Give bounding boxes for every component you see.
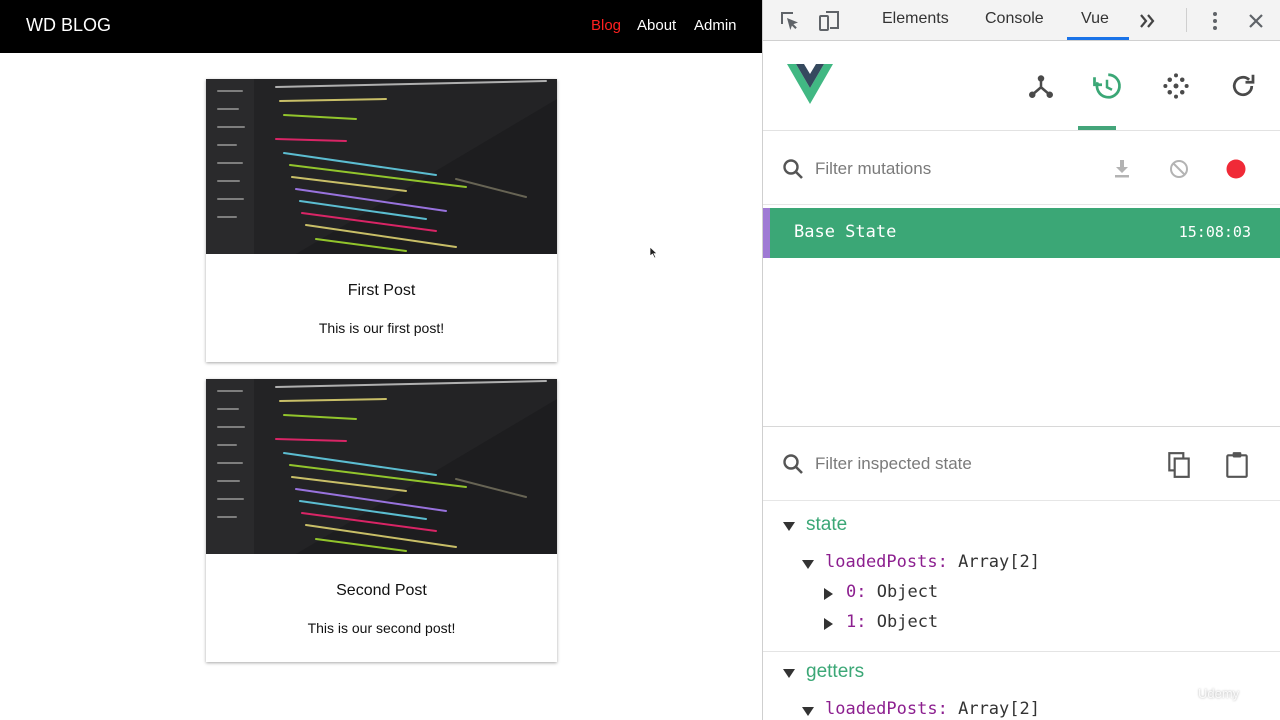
getter-key: loadedPosts xyxy=(825,699,938,719)
device-toolbar-icon[interactable] xyxy=(817,9,841,33)
post-title: First Post xyxy=(347,282,416,299)
post-thumbnail xyxy=(206,79,557,254)
code-screenshot-image xyxy=(206,79,557,254)
revert-all-icon[interactable] xyxy=(1167,157,1191,181)
collapse-arrow-icon[interactable] xyxy=(783,669,795,678)
state-row-loaded-posts[interactable]: loadedPosts: Array[2] xyxy=(825,552,1040,572)
collapse-arrow-icon[interactable] xyxy=(783,522,795,531)
collapse-arrow-icon[interactable] xyxy=(802,707,814,716)
section-title-state[interactable]: state xyxy=(806,514,847,536)
nav-link-blog[interactable]: Blog xyxy=(591,17,621,34)
toolbar-divider xyxy=(1186,8,1187,32)
getter-value: Array[2] xyxy=(958,699,1040,719)
inspect-element-icon[interactable] xyxy=(778,9,802,33)
components-icon[interactable] xyxy=(1026,71,1056,101)
mutation-name: Base State xyxy=(794,222,897,242)
mutation-timestamp: 15:08:03 xyxy=(1178,223,1251,241)
post-preview-text: This is our second post! xyxy=(307,620,456,636)
state-key-separator: : xyxy=(856,582,867,602)
collapse-arrow-icon[interactable] xyxy=(802,560,814,569)
state-key: loadedPosts xyxy=(825,552,938,572)
screen: WD BLOG Blog About Admin First Post This… xyxy=(0,0,1280,720)
search-icon xyxy=(783,454,803,474)
expand-arrow-icon[interactable] xyxy=(824,618,833,630)
tab-elements[interactable]: Elements xyxy=(882,10,949,28)
filter-mutations-input[interactable] xyxy=(815,154,1095,184)
section-title-getters[interactable]: getters xyxy=(806,661,864,683)
post-card[interactable]: First Post This is our first post! xyxy=(206,79,557,362)
mouse-cursor-icon xyxy=(650,247,658,259)
blog-header: WD BLOG Blog About Admin xyxy=(0,0,762,53)
refresh-icon[interactable] xyxy=(1228,71,1258,101)
post-title: Second Post xyxy=(336,582,427,599)
active-tab-indicator xyxy=(1067,37,1129,40)
tab-console[interactable]: Console xyxy=(985,10,1044,28)
post-card[interactable]: Second Post This is our second post! xyxy=(206,379,557,662)
getter-key-separator: : xyxy=(937,699,948,719)
expand-arrow-icon[interactable] xyxy=(824,588,833,600)
record-icon[interactable] xyxy=(1224,157,1248,181)
state-key-separator: : xyxy=(856,612,867,632)
state-key-separator: : xyxy=(937,552,948,572)
active-vue-tab-indicator xyxy=(1078,126,1116,130)
state-filter-bar xyxy=(763,427,1280,501)
paste-icon[interactable] xyxy=(1224,451,1250,479)
commit-all-icon[interactable] xyxy=(1110,157,1134,181)
nav-link-admin[interactable]: Admin xyxy=(694,17,737,34)
close-icon[interactable] xyxy=(1244,9,1268,33)
section-divider xyxy=(763,651,1280,652)
devtools-tab-bar: Elements Console Vue xyxy=(763,0,1280,41)
more-tabs-icon[interactable] xyxy=(1136,9,1160,33)
mutations-filter-bar xyxy=(763,131,1280,205)
state-key: 0 xyxy=(846,582,857,602)
state-value: Object xyxy=(876,612,939,632)
nav-link-about[interactable]: About xyxy=(637,17,676,34)
copy-icon[interactable] xyxy=(1166,451,1192,479)
code-screenshot-image xyxy=(206,379,557,554)
tab-vue[interactable]: Vue xyxy=(1081,10,1109,28)
vuex-history-icon[interactable] xyxy=(1092,71,1122,101)
post-preview-text: This is our first post! xyxy=(318,320,445,336)
state-key: 1 xyxy=(846,612,857,632)
state-value: Array[2] xyxy=(958,552,1040,572)
filter-state-input[interactable] xyxy=(815,449,1095,479)
udemy-watermark: Udemy xyxy=(1198,686,1240,701)
kebab-menu-icon[interactable] xyxy=(1203,9,1227,33)
search-icon xyxy=(783,159,803,179)
mutation-item-base-state[interactable]: Base State 15:08:03 xyxy=(763,208,1280,258)
events-icon[interactable] xyxy=(1161,71,1191,101)
state-row-item-1[interactable]: 1: Object xyxy=(846,612,938,632)
mutations-list: Base State 15:08:03 xyxy=(763,206,1280,426)
brand-logo[interactable]: WD BLOG xyxy=(26,15,111,36)
state-value: Object xyxy=(876,582,939,602)
blog-page: WD BLOG Blog About Admin First Post This… xyxy=(0,0,762,720)
state-row-item-0[interactable]: 0: Object xyxy=(846,582,938,602)
devtools-panel: Elements Console Vue Filter mutations Ba… xyxy=(762,0,1280,720)
vue-devtools-toolbar xyxy=(763,41,1280,131)
vue-logo-icon xyxy=(787,64,833,104)
post-thumbnail xyxy=(206,379,557,554)
getter-row-loaded-posts[interactable]: loadedPosts: Array[2] xyxy=(825,699,1040,719)
